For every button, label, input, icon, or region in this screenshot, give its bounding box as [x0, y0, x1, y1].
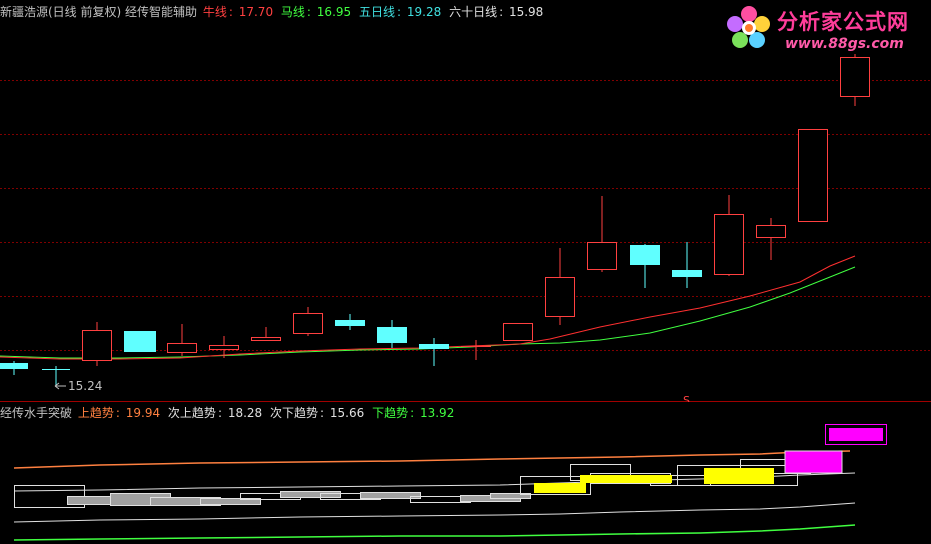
low-price-marker: 15.24 [54, 379, 102, 393]
sailor-breakout-indicator[interactable] [0, 402, 931, 544]
candle [377, 320, 407, 348]
candle [798, 129, 828, 222]
low-price-label: 15.24 [68, 379, 102, 393]
candle [756, 218, 786, 260]
candle [335, 314, 365, 330]
down-trend-line [13, 524, 856, 541]
candle [840, 54, 870, 106]
candle [545, 248, 575, 325]
gray-boxes [14, 459, 811, 508]
candle [82, 322, 112, 366]
candle [293, 307, 323, 336]
candle [714, 195, 744, 276]
sell-marker: S [683, 394, 690, 402]
magenta-bars [784, 424, 887, 474]
candlestick-chart[interactable]: 15.24 S [0, 0, 931, 402]
candle [587, 196, 617, 272]
candles [0, 54, 870, 386]
candle [672, 242, 702, 288]
candle [419, 338, 449, 366]
candle [42, 366, 70, 386]
candle [630, 244, 660, 288]
grid-lines [0, 80, 931, 351]
candle [0, 361, 28, 375]
candle [503, 323, 533, 341]
candle [251, 327, 281, 341]
candle [167, 324, 197, 356]
candle [124, 331, 156, 352]
